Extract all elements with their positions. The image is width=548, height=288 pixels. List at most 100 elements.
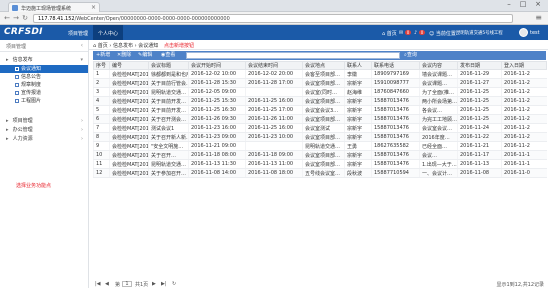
refresh-icon[interactable]: ↻ <box>172 281 176 287</box>
notification-button[interactable]: ♪ 0 <box>414 25 426 40</box>
sidebar-item-meeting-notice[interactable]: 会议通知 <box>0 65 88 73</box>
item-icon <box>15 90 19 95</box>
breadcrumb-item[interactable]: 信息发布 <box>113 43 133 49</box>
table-row[interactable]: 11会检检MAT[201…昆明轨道交通…2016-11-13 11:302016… <box>93 159 547 169</box>
table-cell: 2016-11-13 <box>457 159 502 169</box>
column-header[interactable]: 联系电话 <box>371 61 420 70</box>
table-cell: 宗新宇 <box>344 96 372 106</box>
search-input[interactable] <box>186 52 400 59</box>
column-header[interactable]: 编号 <box>109 61 149 70</box>
meeting-table: 序号 编号 会议标题 会议开始时间 会议结束时间 会议地点 联系人 联系电话 会议内容 发布日期登… <box>93 61 547 178</box>
browser-menu-icon[interactable]: ≡ <box>535 14 542 22</box>
table-cell: 2016-11-23 09:00 <box>188 132 246 142</box>
table-row[interactable]: 6会检检MAT[201…关于召开测会…2016-11-26 09:302016-… <box>93 114 547 124</box>
table-row[interactable]: 9会检检MAT[201…"安全文明施…2016-11-21 09:00 昆明轨道交… <box>93 141 547 151</box>
table-cell: 会检检MAT[201… <box>109 159 149 169</box>
sidebar-item-info-notice[interactable]: 信息公告 <box>0 73 88 81</box>
page-number-input[interactable]: 1 <box>122 281 132 287</box>
table-row[interactable]: 4会检检MAT[201…关于目前开发…2016-11-25 15:302016-… <box>93 96 547 106</box>
url-input[interactable]: 117.78.41.152/WebCenter/Open/00000000-00… <box>33 14 513 23</box>
table-cell: 会议室项目部… <box>302 96 345 106</box>
add-button[interactable]: +新增 <box>96 51 110 60</box>
table-cell: 18760847660 <box>371 87 420 97</box>
forward-arrow-icon[interactable]: → <box>12 14 20 22</box>
table-row[interactable]: 3会检检MAT[201…昆明轨道交通…2016-12-05 09:00 会议室(同… <box>93 87 547 97</box>
column-header[interactable]: 会议内容 <box>419 61 458 70</box>
breadcrumb: ⌂ 首页 › 信息发布 › 会议通知 <box>89 40 548 50</box>
sidebar-group-office[interactable]: ▸ 办公管理 › <box>0 126 88 135</box>
column-header[interactable]: 发布日期 <box>457 61 502 70</box>
avatar[interactable] <box>519 28 528 37</box>
favicon-icon <box>12 5 18 11</box>
table-cell: 会议室项目部… <box>302 132 345 142</box>
breadcrumb-item[interactable]: 首页 <box>98 43 108 49</box>
sidebar-toggle-icon[interactable]: ‹ <box>81 42 83 49</box>
table-cell: 关于召开新人新… <box>148 132 189 142</box>
table-row[interactable]: 8会检检MAT[201…关于召开新人新…2016-11-23 09:002016… <box>93 132 547 142</box>
breadcrumb-item: 会议通知 <box>138 43 159 49</box>
table-cell: 会议… <box>419 150 458 160</box>
table-cell: 关于目前开发… <box>148 105 189 115</box>
column-header[interactable]: 序号 <box>93 61 110 70</box>
edit-button[interactable]: ✎编辑 <box>138 51 152 60</box>
sidebar-item-project-images[interactable]: 工程图片 <box>0 97 88 105</box>
column-header[interactable]: 会议结束时间 <box>245 61 303 70</box>
message-button[interactable]: ✉ 0 <box>399 25 412 40</box>
table-cell: 2016-11-2 <box>501 69 547 79</box>
address-bar: ← → ↻ 117.78.41.152/WebCenter/Open/00000… <box>0 12 548 25</box>
close-tab-icon[interactable]: × <box>91 4 96 11</box>
sidebar-item-rules[interactable]: 规章制度 <box>0 81 88 89</box>
next-page-icon[interactable]: ▶ <box>152 281 156 287</box>
delete-button[interactable]: ✕删除 <box>117 51 131 60</box>
table-cell: 会议室会议… <box>419 123 458 133</box>
column-header[interactable]: 会议标题 <box>148 61 189 70</box>
window-close-icon[interactable]: × <box>531 0 545 10</box>
table-cell: 2016-11-25 16:30 <box>188 105 246 115</box>
browser-tab[interactable]: 华迈施工现场管理系统 × <box>8 2 100 12</box>
table-cell: 昆明轨道交通… <box>148 87 189 97</box>
nav-project-management[interactable]: 项目管理 <box>63 25 93 40</box>
project-selector[interactable]: 昆明轨道交通5号线工程 <box>456 25 503 40</box>
sidebar-title: 项目管理 ‹ <box>0 40 88 52</box>
table-row[interactable]: 1会检检MAT[201…徐都都到是和也用…2016-12-02 10:00201… <box>93 69 547 79</box>
table-cell: 关于召开… <box>148 150 189 160</box>
project-name: 昆明轨道交通5号线工程 <box>456 31 503 36</box>
column-header[interactable]: 登入日期 <box>501 61 547 70</box>
table-row[interactable]: 5会检检MAT[201…关于目前开发…2016-11-25 16:302016-… <box>93 105 547 115</box>
home-link[interactable]: ⌂ 首页 <box>382 25 397 40</box>
item-icon <box>15 98 19 103</box>
table-cell: "安全文明施… <box>148 141 189 151</box>
prev-page-icon[interactable]: ◀ <box>105 281 109 287</box>
nav-personal-center[interactable]: 个人中心 <box>93 25 124 40</box>
sidebar-item-publicity[interactable]: 宣传报道 <box>0 89 88 97</box>
table-cell: 2016-11-21 <box>457 141 502 151</box>
query-button[interactable]: ⌕查询 <box>404 51 417 60</box>
main-content: ⌂ 首页 › 信息发布 › 会议通知 点击新增按钮 +新增 ✕删除 ✎编辑 ◉查… <box>89 40 548 288</box>
view-button[interactable]: ◉查看 <box>161 51 175 60</box>
column-header[interactable]: 会议地点 <box>302 61 345 70</box>
item-icon <box>15 74 19 79</box>
table-cell: 昆明轨道交通… <box>302 141 345 151</box>
back-arrow-icon[interactable]: ← <box>3 14 11 22</box>
user-menu[interactable]: test <box>530 25 540 40</box>
sidebar-group-info-release[interactable]: ▸ 信息发布 ▾ <box>0 56 88 65</box>
sidebar-group-hr[interactable]: ▸ 人力资源 › <box>0 135 88 144</box>
sidebar-group-project[interactable]: ▸ 项目管理 › <box>0 117 88 126</box>
last-page-icon[interactable]: ▶| <box>161 281 167 287</box>
column-header[interactable]: 会议开始时间 <box>188 61 246 70</box>
table-cell: 两小所会场第… <box>419 96 458 106</box>
table-row[interactable]: 2会检检MAT[201…关于目前行管会…2016-11-28 15:302016… <box>93 78 547 88</box>
item-icon <box>15 82 19 87</box>
minimize-icon[interactable]: – <box>502 0 516 10</box>
table-cell: 15887013476 <box>371 114 420 124</box>
user-icon: ☺ <box>429 31 435 37</box>
folder-icon: ▸ <box>6 136 9 142</box>
table-row[interactable]: 10会检检MAT[201…关于召开…2016-11-18 08:002016-1… <box>93 150 547 160</box>
table-row[interactable]: 12会检检MAT[201…关于参加召开…2016-11-08 14:002016… <box>93 168 547 178</box>
column-header[interactable]: 联系人 <box>344 61 372 70</box>
first-page-icon[interactable]: |◀ <box>95 281 101 287</box>
maximize-icon[interactable]: □ <box>516 0 530 10</box>
chevron-down-icon: ▾ <box>80 57 83 63</box>
reload-icon[interactable]: ↻ <box>21 14 29 22</box>
table-row[interactable]: 7会检检MAT[201…测试会议12016-11-23 16:002016-11… <box>93 123 547 133</box>
